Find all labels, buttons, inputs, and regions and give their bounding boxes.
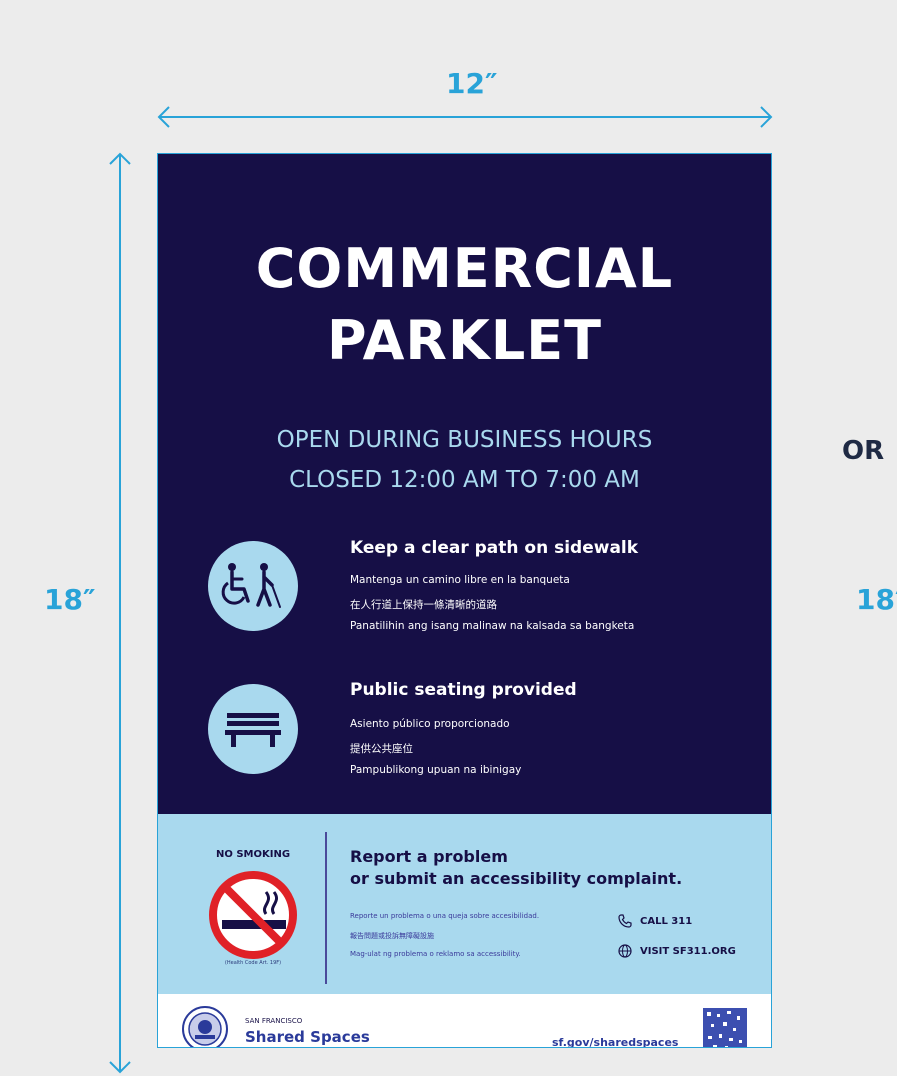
- feature-clear-path-title: Keep a clear path on sidewalk: [350, 538, 639, 558]
- sf-seal-logo: [182, 1006, 228, 1047]
- height-dimension-label-right: 18″: [856, 583, 897, 616]
- sign-footer: SAN FRANCISCO Shared Spaces sf.gov/share…: [158, 994, 771, 1048]
- call-311: CALL 311: [618, 914, 692, 928]
- no-smoking-fine-print: (Health Code Art. 19F): [224, 960, 282, 966]
- report-title: Report a problem or submit an accessibil…: [350, 846, 682, 890]
- accessibility-icon: [208, 541, 298, 631]
- height-dimension-arrow: [109, 152, 131, 1074]
- sign-report-section: NO SMOKING (Health Code Art. 19F) Report…: [158, 814, 771, 994]
- hours-line2: CLOSED 12:00 AM TO 7:00 AM: [289, 467, 640, 493]
- footer-url: sf.gov/sharedspaces: [552, 1036, 679, 1048]
- report-chinese: 報告問題或投訴無障礙設施: [350, 932, 434, 940]
- qr-code: [703, 1008, 747, 1047]
- report-title-line1: Report a problem: [350, 847, 508, 866]
- feature-clear-path-tagalog: Panatilihin ang isang malinaw na kalsada…: [350, 620, 635, 632]
- brand-small-text: SAN FRANCISCO: [245, 1017, 303, 1025]
- feature-seating-chinese: 提供公共座位: [350, 743, 413, 755]
- phone-icon: [618, 914, 632, 928]
- feature-seating-title: Public seating provided: [350, 680, 577, 700]
- bench-icon: [208, 684, 298, 774]
- globe-icon: [618, 944, 632, 958]
- no-smoking-label: NO SMOKING: [215, 849, 291, 860]
- visit-sf311: VISIT SF311.ORG: [618, 944, 736, 958]
- parklet-sign: COMMERCIAL PARKLET OPEN DURING BUSINESS …: [157, 153, 772, 1048]
- feature-clear-path-spanish: Mantenga un camino libre en la banqueta: [350, 574, 570, 586]
- report-title-line2: or submit an accessibility complaint.: [350, 869, 683, 888]
- sign-title-line1: COMMERCIAL: [255, 237, 674, 300]
- feature-seating-spanish: Asiento público proporcionado: [350, 718, 510, 730]
- sign-title-line2: PARKLET: [327, 309, 602, 372]
- feature-seating-tagalog: Pampublikong upuan na ibinigay: [350, 764, 522, 776]
- brand-name: Shared Spaces: [245, 1028, 370, 1046]
- sign-top-section: COMMERCIAL PARKLET OPEN DURING BUSINESS …: [158, 154, 771, 814]
- or-label: OR: [842, 436, 885, 466]
- call-311-label: CALL 311: [640, 915, 693, 927]
- hours-line1: OPEN DURING BUSINESS HOURS: [276, 427, 653, 453]
- no-smoking-icon: [209, 871, 297, 959]
- visit-sf311-label: VISIT SF311.ORG: [640, 945, 736, 957]
- width-dimension-label: 12″: [446, 67, 498, 100]
- section-divider: [325, 832, 327, 984]
- report-spanish: Reporte un problema o una queja sobre ac…: [350, 912, 540, 920]
- width-dimension-arrow: [157, 106, 773, 128]
- report-tagalog: Mag-ulat ng problema o reklamo sa access…: [350, 950, 521, 958]
- feature-clear-path-chinese: 在人行道上保持一條清晰的道路: [350, 599, 497, 611]
- height-dimension-label: 18″: [44, 583, 96, 616]
